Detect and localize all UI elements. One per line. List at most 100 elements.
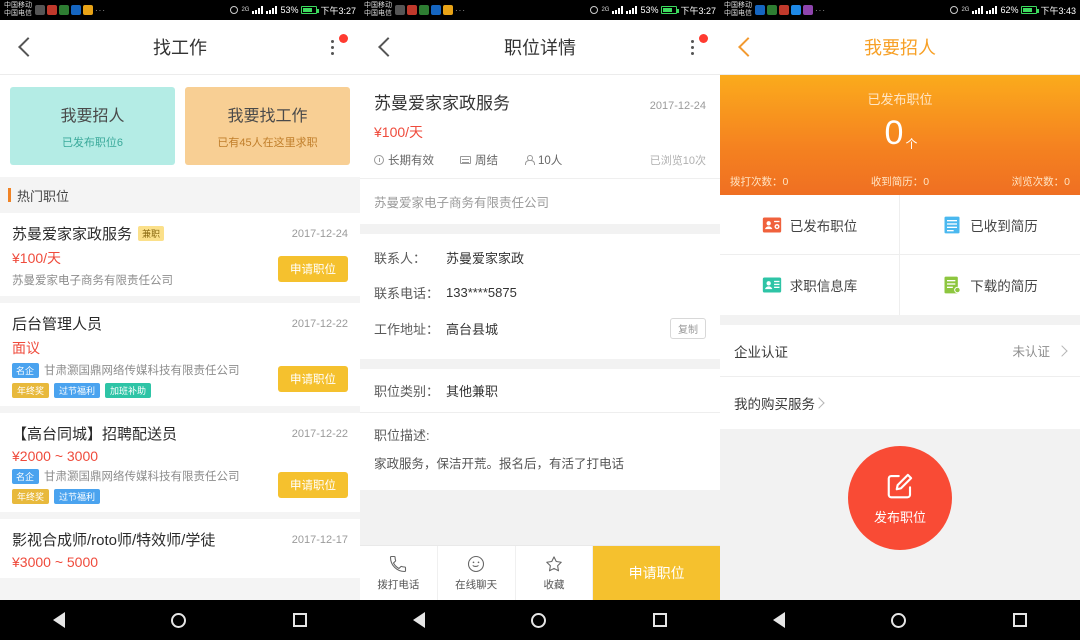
signal-icon-2 — [266, 6, 278, 14]
job-company: 苏曼爱家电子商务有限责任公司 — [12, 275, 173, 287]
back-button[interactable] — [0, 20, 55, 75]
recents-square-icon[interactable] — [292, 613, 307, 627]
detail-salary: ¥100/天 — [374, 124, 424, 140]
app-icon-5 — [83, 5, 93, 15]
summary-stats: 拨打次数：0 收到简历：0 浏览次数：0 — [720, 174, 1080, 189]
job-badge-parttime: 兼职 — [138, 226, 165, 241]
row-purchased-services[interactable]: 我的购买服务 — [720, 377, 1080, 429]
job-title: 后台管理人员 — [12, 316, 103, 333]
chevron-right-icon — [813, 397, 825, 409]
back-button[interactable] — [360, 20, 415, 75]
detail-action-bar: 拨打电话 在线聊天 收藏 申请职位 — [360, 545, 720, 600]
category-label: 职位类别： — [374, 384, 440, 399]
benefit-tag: 加班补助 — [105, 383, 152, 398]
status-right-1: 2G 53% 下午3:27 — [230, 4, 356, 17]
grid-received-resumes[interactable]: 已收到简历 — [900, 195, 1080, 255]
apply-button[interactable]: 申请职位 — [278, 366, 348, 392]
info-value: 高台县城 — [446, 322, 499, 337]
app-icon-2 — [767, 5, 777, 15]
apply-button[interactable]: 申请职位 — [278, 256, 348, 282]
status-bar-1: 中国移动 中国电信 ··· 2G 53% 下午3:27 — [0, 0, 360, 20]
battery-icon — [1021, 6, 1040, 14]
detail-view-count: 已浏览10次 — [649, 155, 706, 167]
published-jobs-count: 0个 — [720, 116, 1080, 150]
carrier-1: 中国移动 — [724, 2, 752, 9]
detail-title: 苏曼爱家家政服务 — [374, 94, 510, 113]
recents-square-icon[interactable] — [1012, 613, 1027, 627]
home-circle-icon[interactable] — [531, 612, 547, 628]
overflow-menu-icon — [691, 39, 694, 55]
apply-position-button[interactable]: 申请职位 — [593, 546, 720, 600]
benefit-tag: 过节福利 — [54, 383, 101, 398]
android-nav-bar — [720, 600, 1080, 640]
signal-icon — [612, 6, 624, 14]
grid-jobseeker-database[interactable]: 求职信息库 — [720, 255, 900, 315]
job-list-item[interactable]: 【高台同城】招聘配送员 2017-12-22 ¥2000 ~ 3000 名企 甘… — [0, 413, 360, 519]
overflow-dots: ··· — [815, 5, 826, 15]
favorite-button[interactable]: 收藏 — [516, 546, 594, 600]
recents-square-icon[interactable] — [652, 613, 667, 627]
stat-calls: 拨打次数：0 — [730, 176, 789, 188]
phone-icon — [390, 555, 407, 573]
network-type: 2G — [241, 7, 250, 13]
carrier-labels: 中国移动 中国电信 — [724, 2, 752, 18]
carrier-1: 中国移动 — [4, 2, 32, 9]
grid-downloaded-resumes[interactable]: 下载的简历 — [900, 255, 1080, 315]
job-list-item[interactable]: 影视合成师/roto师/特效师/学徒 2017-12-17 ¥3000 ~ 50… — [0, 519, 360, 585]
grid-label: 求职信息库 — [789, 279, 858, 294]
home-circle-icon[interactable] — [171, 612, 187, 628]
description-label: 职位描述: — [374, 428, 430, 443]
publish-job-label: 发布职位 — [873, 509, 926, 525]
back-triangle-icon[interactable] — [53, 612, 66, 628]
edit-square-icon — [887, 473, 913, 498]
job-title: 【高台同城】招聘配送员 — [12, 426, 178, 443]
row-value: 未认证 — [1012, 345, 1050, 359]
battery-icon — [301, 6, 320, 14]
home-circle-icon[interactable] — [891, 612, 907, 628]
job-list-item[interactable]: 后台管理人员 2017-12-22 面议 名企 甘肃灏国鼎网络传媒科技有限责任公… — [0, 303, 360, 413]
android-nav-bar — [360, 600, 720, 640]
chat-button[interactable]: 在线聊天 — [438, 546, 516, 600]
meta-headcount-label: 10人 — [538, 155, 563, 167]
back-button[interactable] — [720, 20, 775, 75]
detail-company: 苏曼爱家电子商务有限责任公司 — [360, 178, 720, 224]
status-right-2: 2G 53% 下午3:27 — [590, 4, 716, 17]
apply-button[interactable]: 申请职位 — [278, 472, 348, 498]
notification-icons: ··· — [35, 5, 106, 15]
notification-badge-dot — [339, 33, 348, 43]
meta-headcount: 10人 — [524, 152, 562, 168]
row-company-verification[interactable]: 企业认证 未认证 — [720, 325, 1080, 377]
job-list-item[interactable]: 苏曼爱家家政服务 兼职 2017-12-24 ¥100/天 苏曼爱家电子商务有限… — [0, 213, 360, 303]
grid-label: 下载的简历 — [970, 279, 1038, 294]
job-salary: ¥2000 ~ 3000 — [12, 448, 99, 464]
overflow-menu-button[interactable] — [665, 20, 720, 75]
published-jobs-label: 已发布职位 — [867, 92, 933, 107]
battery-percent: 53% — [640, 5, 659, 15]
copy-button[interactable]: 复制 — [670, 318, 706, 339]
overflow-menu-button[interactable] — [305, 20, 360, 75]
carrier-2: 中国电信 — [364, 10, 392, 17]
info-label: 联系电话： — [374, 286, 440, 301]
find-job-body: 我要招人 已发布职位6 我要找工作 已有45人在这里求职 热门职位 苏曼爱家家政… — [0, 75, 360, 600]
app-icon-1 — [35, 5, 45, 15]
publish-job-fab[interactable]: 发布职位 — [848, 446, 952, 550]
stat-resumes: 收到简历：0 — [870, 176, 930, 188]
stat-views: 浏览次数：0 — [1011, 176, 1070, 188]
back-triangle-icon[interactable] — [773, 612, 786, 628]
overflow-dots: ··· — [455, 5, 466, 15]
job-salary: ¥3000 ~ 5000 — [12, 554, 99, 570]
card-recruit[interactable]: 我要招人 已发布职位6 — [10, 87, 175, 165]
app-icon-1 — [395, 5, 405, 15]
download-doc-green-icon — [944, 276, 961, 294]
card-icon — [460, 156, 471, 164]
navbar-recruit: 我要招人 — [720, 20, 1080, 75]
card-seek-job[interactable]: 我要找工作 已有45人在这里求职 — [185, 87, 350, 165]
call-button[interactable]: 拨打电话 — [360, 546, 438, 600]
app-icon-3 — [779, 5, 789, 15]
back-triangle-icon[interactable] — [413, 612, 426, 628]
navbar-find-job: 找工作 — [0, 20, 360, 75]
call-label: 拨打电话 — [377, 579, 420, 591]
benefit-tag: 过节福利 — [54, 489, 101, 504]
card-seek-job-sub: 已有45人在这里求职 — [217, 137, 318, 149]
grid-published-jobs[interactable]: 已发布职位 — [720, 195, 900, 255]
